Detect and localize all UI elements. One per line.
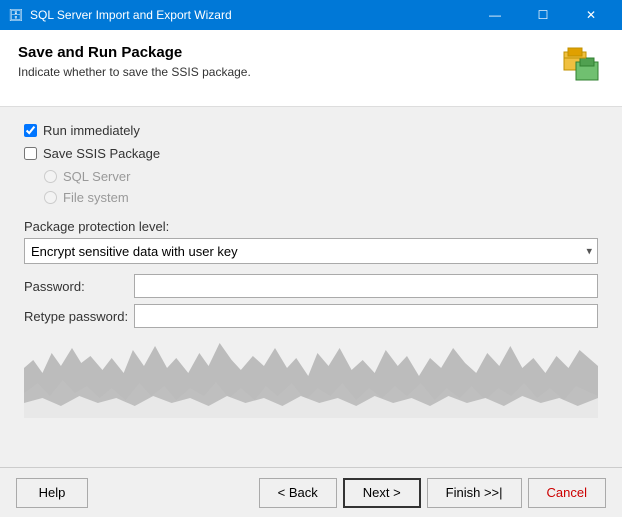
- package-level-group: Package protection level: Do not save se…: [24, 219, 598, 264]
- password-label: Password:: [24, 279, 134, 294]
- package-level-label: Package protection level:: [24, 219, 598, 234]
- title-bar-text: SQL Server Import and Export Wizard: [30, 8, 232, 22]
- torn-decoration: [24, 338, 598, 418]
- password-fields: Password: Retype password:: [24, 274, 598, 328]
- page-title: Save and Run Package: [18, 44, 251, 61]
- main-content: Run immediately Save SSIS Package SQL Se…: [0, 107, 622, 434]
- retype-password-input[interactable]: [134, 304, 598, 328]
- save-ssis-checkbox[interactable]: [24, 147, 37, 160]
- next-button[interactable]: Next >: [343, 478, 421, 508]
- header-text: Save and Run Package Indicate whether to…: [18, 44, 251, 79]
- sql-server-radio[interactable]: [44, 170, 57, 183]
- sql-server-row: SQL Server: [44, 169, 598, 184]
- package-level-dropdown-wrapper: Do not save sensitive data Encrypt sensi…: [24, 238, 598, 264]
- run-immediately-row: Run immediately: [24, 123, 598, 138]
- title-bar: 🗄 SQL Server Import and Export Wizard — …: [0, 0, 622, 30]
- cancel-button[interactable]: Cancel: [528, 478, 606, 508]
- minimize-button[interactable]: —: [472, 0, 518, 30]
- finish-button[interactable]: Finish >>|: [427, 478, 522, 508]
- content-wrapper: Run immediately Save SSIS Package SQL Se…: [0, 107, 622, 464]
- sub-options: SQL Server File system: [44, 169, 598, 205]
- password-input[interactable]: [134, 274, 598, 298]
- app-icon: 🗄: [8, 7, 24, 23]
- sql-server-label[interactable]: SQL Server: [63, 169, 130, 184]
- maximize-button[interactable]: ☐: [520, 0, 566, 30]
- title-bar-left: 🗄 SQL Server Import and Export Wizard: [8, 7, 232, 23]
- retype-password-row: Retype password:: [24, 304, 598, 328]
- close-button[interactable]: ✕: [568, 0, 614, 30]
- help-button[interactable]: Help: [16, 478, 88, 508]
- title-bar-controls: — ☐ ✕: [472, 0, 614, 30]
- back-button[interactable]: < Back: [259, 478, 337, 508]
- header-icon: [556, 44, 604, 92]
- run-immediately-checkbox[interactable]: [24, 124, 37, 137]
- header: Save and Run Package Indicate whether to…: [0, 30, 622, 107]
- file-system-row: File system: [44, 190, 598, 205]
- run-immediately-label[interactable]: Run immediately: [43, 123, 140, 138]
- footer: Help < Back Next > Finish >>| Cancel: [0, 467, 622, 517]
- file-system-radio[interactable]: [44, 191, 57, 204]
- password-row: Password:: [24, 274, 598, 298]
- save-ssis-label[interactable]: Save SSIS Package: [43, 146, 160, 161]
- file-system-label[interactable]: File system: [63, 190, 129, 205]
- package-level-select[interactable]: Do not save sensitive data Encrypt sensi…: [24, 238, 598, 264]
- page-subtitle: Indicate whether to save the SSIS packag…: [18, 65, 251, 79]
- retype-password-label: Retype password:: [24, 309, 134, 324]
- save-ssis-row: Save SSIS Package: [24, 146, 598, 161]
- footer-right: < Back Next > Finish >>| Cancel: [259, 478, 606, 508]
